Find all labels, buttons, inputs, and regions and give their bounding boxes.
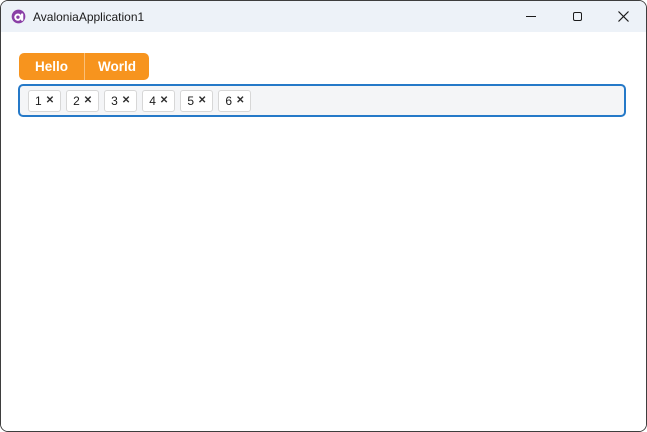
tag-input-box[interactable]: 1 ✕ 2 ✕ 3 ✕ 4 ✕ 5 ✕ 6 ✕: [18, 84, 626, 117]
tag-label: 3: [111, 93, 118, 108]
tab-item[interactable]: World: [84, 53, 149, 80]
tag-label: 1: [35, 93, 42, 108]
tag-label: 2: [73, 93, 80, 108]
window-controls: [508, 1, 646, 32]
remove-tag-icon[interactable]: ✕: [46, 95, 54, 106]
remove-tag-icon[interactable]: ✕: [84, 95, 92, 106]
minimize-icon: [526, 15, 536, 18]
avalonia-logo-icon: [11, 9, 26, 24]
tag-chip: 4 ✕: [142, 89, 176, 112]
remove-tag-icon[interactable]: ✕: [160, 95, 168, 106]
remove-tag-icon[interactable]: ✕: [122, 95, 130, 106]
minimize-button[interactable]: [508, 1, 554, 32]
close-button[interactable]: [600, 1, 646, 32]
window-title: AvaloniaApplication1: [33, 9, 145, 24]
maximize-button[interactable]: [554, 1, 600, 32]
app-window: AvaloniaApplication1 Hello World 1 ✕ 2 ✕…: [0, 0, 647, 432]
client-area: Hello World 1 ✕ 2 ✕ 3 ✕ 4 ✕ 5 ✕ 6 ✕: [1, 32, 646, 431]
tag-label: 6: [225, 93, 233, 108]
maximize-icon: [572, 12, 582, 21]
tab-item[interactable]: Hello: [19, 53, 84, 80]
tag-chip: 6 ✕: [218, 89, 252, 112]
tag-chip: 5 ✕: [180, 89, 214, 112]
tag-label: 4: [149, 93, 156, 108]
tab-strip: Hello World: [19, 53, 149, 80]
remove-tag-icon[interactable]: ✕: [236, 95, 244, 106]
remove-tag-icon[interactable]: ✕: [198, 95, 206, 106]
tag-chip: 3 ✕: [104, 89, 138, 112]
close-icon: [617, 11, 629, 22]
tag-chip: 2 ✕: [66, 89, 100, 112]
tag-chip: 1 ✕: [28, 89, 62, 112]
tag-label: 5: [187, 93, 194, 108]
titlebar[interactable]: AvaloniaApplication1: [1, 1, 646, 32]
